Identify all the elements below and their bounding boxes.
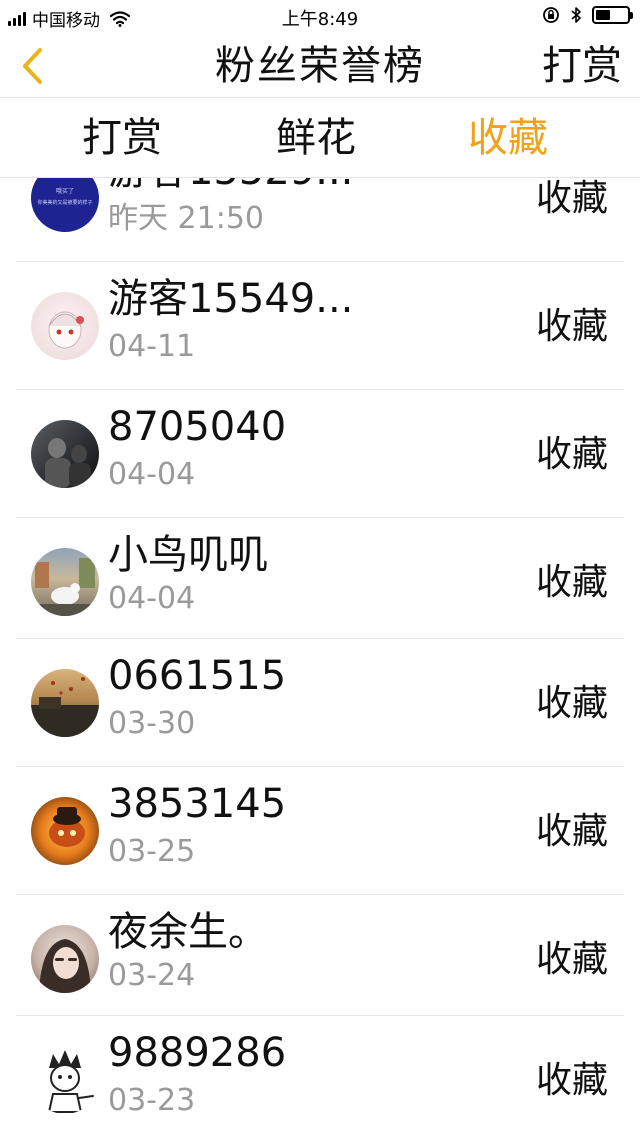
fan-list[interactable]: 哦买了 你美美的又是被要的样子 游客15529... 昨天 21:50 收藏: [0, 178, 640, 1138]
avatar-image: 哦买了 你美美的又是被要的样子: [37, 187, 92, 206]
fan-action-label: 收藏: [535, 562, 608, 603]
fan-action-label: 收藏: [535, 178, 608, 219]
fan-action-label: 收藏: [535, 939, 608, 980]
avatar-image: [31, 677, 99, 737]
tab-favorites[interactable]: 收藏: [468, 108, 548, 168]
status-bar: 中国移动 上午8:49: [0, 0, 640, 34]
fan-date: 03-25: [108, 834, 196, 869]
avatar-image: [39, 939, 91, 993]
avatar-image: [47, 1050, 94, 1113]
tab-reward[interactable]: 打赏: [82, 108, 162, 168]
avatar: [31, 1046, 99, 1114]
fan-list-content: 哦买了 你美美的又是被要的样子 游客15529... 昨天 21:50 收藏: [0, 178, 640, 1138]
list-item[interactable]: 8705040 04-04 收藏: [16, 390, 624, 518]
status-right: [542, 6, 633, 24]
fan-name: 游客15529...: [108, 178, 353, 196]
list-item[interactable]: 小鸟叽叽 04-04 收藏: [16, 518, 624, 639]
avatar: [31, 420, 99, 488]
battery-icon: [592, 6, 633, 24]
fan-name: 0661515: [108, 653, 287, 699]
app-screen: 中国移动 上午8:49 粉丝荣誉榜 打赏 打赏 鲜花 收藏 哦买了 你美美的又是…: [0, 0, 640, 1138]
avatar-image: [48, 311, 84, 349]
fan-date: 昨天 21:50: [108, 201, 264, 236]
list-item[interactable]: 夜余生。 03-24 收藏: [16, 895, 624, 1016]
fan-action-label: 收藏: [535, 434, 608, 475]
fan-name: 游客15549...: [108, 276, 354, 322]
tab-bar: 打赏 鲜花 收藏: [0, 98, 640, 178]
avatar-caption-line1: 哦买了: [56, 187, 74, 195]
fan-name: 小鸟叽叽: [108, 532, 268, 578]
reward-button[interactable]: 打赏: [542, 38, 622, 94]
avatar-image: [31, 558, 99, 616]
list-item[interactable]: 哦买了 你美美的又是被要的样子 游客15529... 昨天 21:50 收藏: [16, 178, 624, 262]
fan-name: 夜余生。: [108, 909, 268, 955]
avatar-caption-line2: 你美美的又是被要的样子: [37, 199, 92, 206]
fan-date: 04-04: [108, 457, 196, 492]
avatar: [31, 925, 99, 993]
avatar: [31, 669, 99, 737]
avatar: [31, 292, 99, 360]
fan-action-label: 收藏: [535, 683, 608, 724]
fan-date: 04-04: [108, 581, 196, 616]
fan-action-label: 收藏: [535, 306, 608, 347]
avatar-image: [45, 438, 91, 488]
fan-date: 04-11: [108, 329, 196, 364]
list-item[interactable]: 0661515 03-30 收藏: [16, 639, 624, 767]
fan-date: 03-23: [108, 1083, 196, 1118]
nav-bar: 粉丝荣誉榜 打赏: [0, 34, 640, 98]
avatar: [31, 548, 99, 616]
fan-name: 9889286: [108, 1030, 287, 1076]
bluetooth-icon: [571, 7, 581, 23]
tab-flowers[interactable]: 鲜花: [276, 108, 356, 168]
avatar: [31, 797, 99, 865]
fan-date: 03-30: [108, 706, 196, 741]
list-item[interactable]: 游客15549... 04-11 收藏: [16, 262, 624, 390]
fan-name: 8705040: [108, 404, 287, 450]
list-item[interactable]: 3853145 03-25 收藏: [16, 767, 624, 895]
list-item[interactable]: 9889286 03-23 收藏: [16, 1016, 624, 1138]
fan-action-label: 收藏: [535, 811, 608, 852]
fan-date: 03-24: [108, 958, 196, 993]
fan-action-label: 收藏: [535, 1060, 608, 1101]
avatar: 哦买了 你美美的又是被要的样子: [31, 178, 99, 232]
orientation-lock-icon: [543, 7, 559, 23]
avatar-image: [49, 807, 85, 847]
fan-name: 3853145: [108, 781, 287, 827]
